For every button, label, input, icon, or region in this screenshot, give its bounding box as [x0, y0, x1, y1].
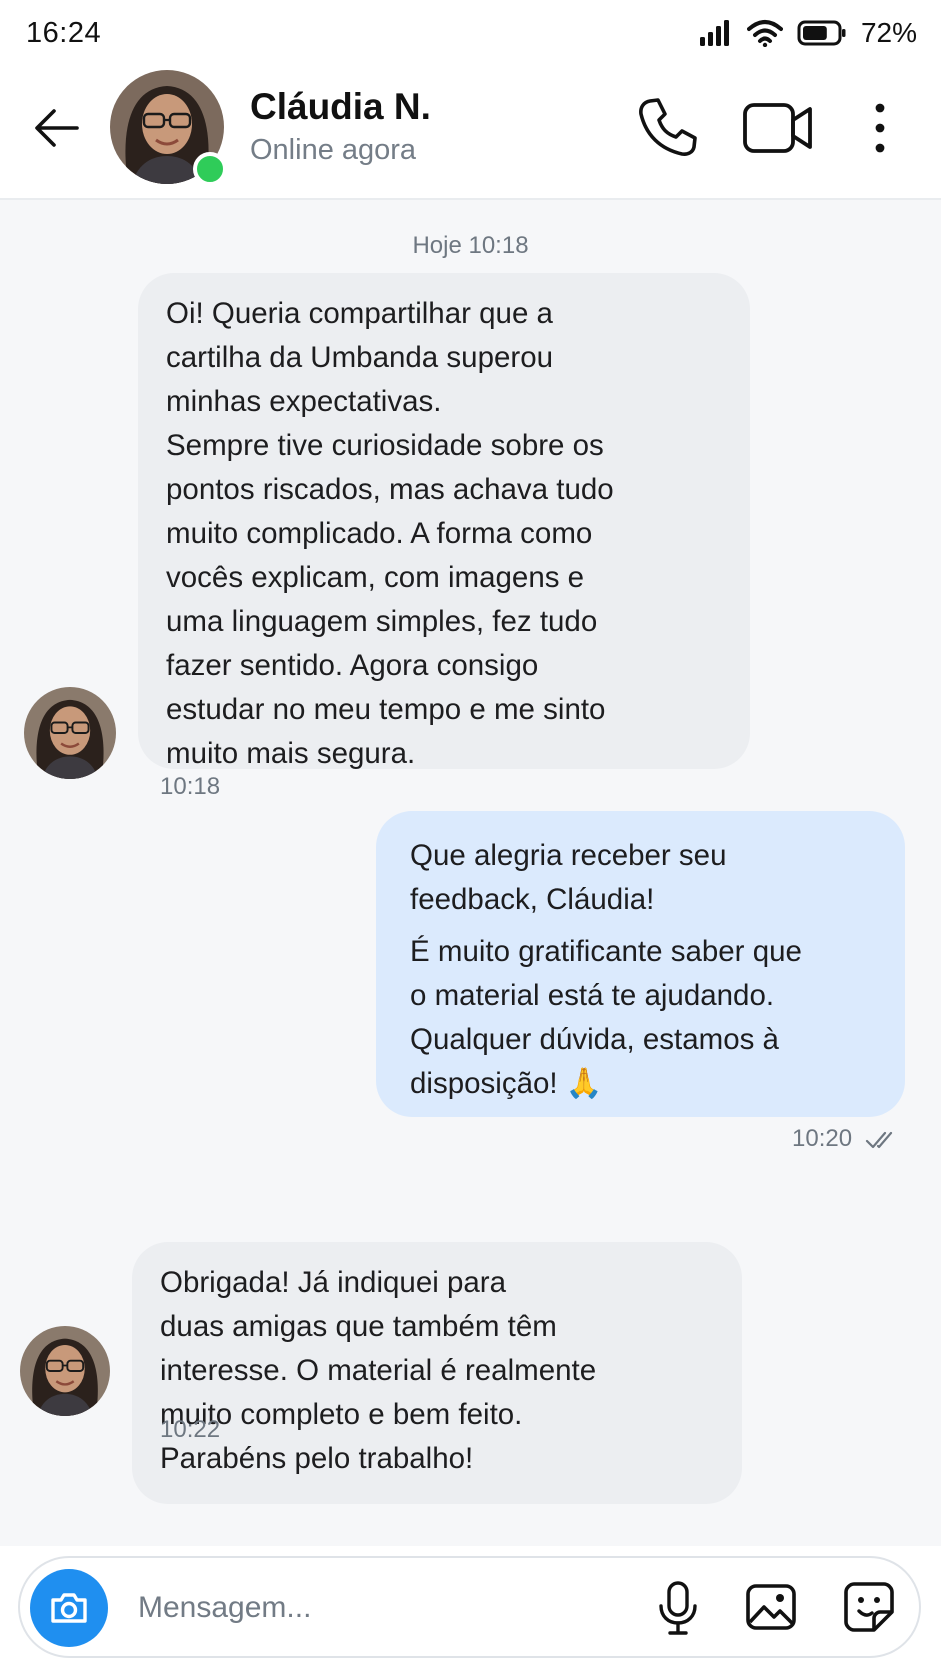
microphone-icon	[659, 1581, 697, 1635]
sender-avatar[interactable]	[20, 1326, 110, 1416]
sender-avatar[interactable]	[24, 687, 116, 779]
back-arrow-icon	[35, 109, 79, 147]
message-bubble-incoming[interactable]: Obrigada! Já indiquei para duas amigas q…	[132, 1242, 742, 1504]
chat-header: Cláudia N. Online agora	[0, 66, 941, 200]
message-time: 10:22	[160, 1416, 221, 1443]
gallery-button[interactable]	[744, 1580, 798, 1634]
avatar-photo	[24, 687, 116, 779]
sticker-button[interactable]	[842, 1580, 896, 1634]
day-separator: Hoje 10:18	[412, 232, 529, 259]
status-bar: 16:24 72%	[0, 0, 941, 66]
message-time: 10:20	[792, 1125, 853, 1152]
wifi-icon	[746, 20, 783, 47]
back-button[interactable]	[32, 104, 82, 154]
video-call-button[interactable]	[742, 100, 814, 156]
message-input[interactable]	[136, 1578, 620, 1638]
message-composer	[18, 1556, 921, 1658]
status-indicators: 72%	[699, 17, 917, 49]
signal-icon	[699, 20, 729, 46]
image-icon	[746, 1584, 796, 1630]
more-options-button[interactable]	[868, 100, 892, 156]
message-text-1: Que alegria receber seu feedback, Cláudi…	[410, 839, 727, 916]
avatar-photo	[20, 1326, 110, 1416]
message-text: Oi! Queria compartilhar que a cartilha d…	[166, 297, 614, 770]
chat-area[interactable]: Hoje 10:18 Oi! Queria compartilhar que a…	[0, 200, 941, 1546]
online-indicator	[193, 152, 227, 186]
camera-button[interactable]	[30, 1569, 108, 1647]
message-text: Obrigada! Já indiquei para duas amigas q…	[160, 1266, 597, 1475]
battery-icon	[797, 20, 846, 46]
phone-icon	[639, 98, 697, 156]
more-vertical-icon	[875, 103, 885, 153]
camera-icon	[51, 1593, 87, 1623]
contact-name[interactable]: Cláudia N.	[250, 86, 431, 128]
sticker-icon	[844, 1582, 894, 1632]
contact-status: Online agora	[250, 134, 417, 166]
message-meta: 10:20	[792, 1125, 899, 1153]
message-bubble-outgoing[interactable]: Que alegria receber seu feedback, Cláudi…	[376, 811, 905, 1117]
voice-message-button[interactable]	[656, 1580, 700, 1636]
battery-percent: 72%	[860, 17, 917, 48]
read-receipt-icon	[865, 1131, 892, 1148]
video-camera-icon	[743, 103, 812, 153]
status-time: 16:24	[26, 16, 102, 49]
message-text-2: É muito gratificante saber que o materia…	[410, 935, 802, 1100]
message-bubble-incoming[interactable]: Oi! Queria compartilhar que a cartilha d…	[138, 273, 750, 770]
message-time: 10:18	[160, 773, 221, 800]
voice-call-button[interactable]	[636, 96, 698, 158]
